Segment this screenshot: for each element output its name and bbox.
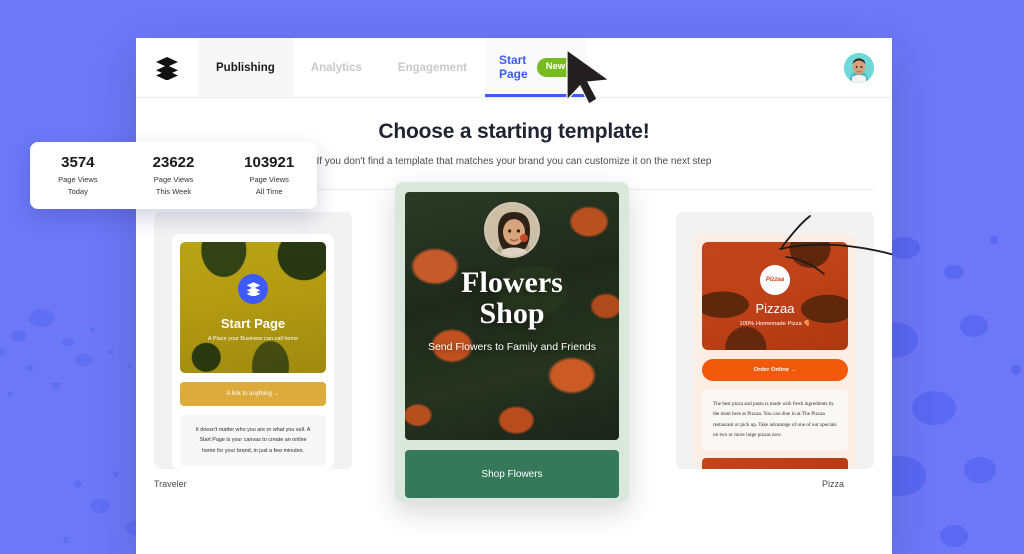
pizza-logo: Pizzaa: [760, 265, 790, 295]
nav-tabs: Publishing Analytics Engagement Start Pa…: [198, 38, 844, 97]
stat-today: 3574 Page Views Today: [30, 142, 126, 209]
template-card-flowers-featured[interactable]: Flowers Shop Send Flowers to Family and …: [395, 182, 629, 502]
stat-label-line1: Page Views: [58, 175, 98, 185]
stat-label-line1: Page Views: [249, 175, 289, 185]
tab-engagement[interactable]: Engagement: [380, 38, 485, 97]
template-preview-pizza: Pizzaa Pizzaa 100% Homemade Pizza 🍕 Orde…: [694, 234, 856, 469]
stat-label-line1: Page Views: [153, 175, 194, 185]
stat-value: 23622: [152, 154, 195, 172]
tab-start-page-line1: Start: [498, 52, 527, 67]
stat-label-line2: This Week: [155, 186, 192, 196]
stacked-layers-icon: [246, 282, 260, 296]
stat-label-line2: Today: [67, 186, 88, 196]
stat-all-time: 103921 Page Views All Time: [221, 142, 317, 209]
flowers-shop-button[interactable]: Shop Flowers: [405, 450, 619, 498]
flowers-hero-title-line1: Flowers: [461, 266, 563, 299]
traveler-hero: Start Page A Place your Business can cal…: [180, 242, 326, 373]
avatar-photo-icon: [844, 52, 874, 83]
flowers-hero-subtitle: Send Flowers to Family and Friends: [427, 341, 597, 354]
flowers-avatar: [484, 202, 540, 258]
stat-label-line2: All Time: [255, 186, 283, 196]
page-title: Choose a starting template!: [378, 120, 650, 143]
pizza-body-text: The best pizza and pasta is made with fr…: [702, 390, 848, 450]
pizza-hero-title: Pizzaa: [755, 301, 795, 316]
pizza-hero-subtitle: 100% Homemade Pizza 🍕: [739, 321, 811, 327]
caption-traveler: Traveler: [154, 479, 187, 489]
mouse-cursor-icon: [566, 48, 611, 105]
traveler-hero-logo: [238, 273, 268, 304]
tab-label: Publishing: [216, 61, 275, 74]
tab-start-page-line2: Page: [498, 66, 528, 81]
stacked-layers-logo-icon: [156, 56, 178, 80]
flowers-hero-title-line2: Shop: [479, 297, 545, 331]
woman-portrait-icon: [486, 204, 538, 256]
flowers-hero: Flowers Shop Send Flowers to Family and …: [405, 192, 619, 440]
flowers-hero-title: Flowers Shop: [461, 267, 563, 329]
traveler-hero-subtitle: A Place your Business can call home: [207, 335, 299, 342]
pizza-order-button[interactable]: Order Online →: [702, 359, 848, 381]
traveler-body-text: It doesn't matter who you are or what yo…: [180, 415, 326, 466]
pizza-image-strip: [702, 457, 848, 469]
stat-label: Page Views This Week: [154, 174, 193, 197]
stat-this-week: 23622 Page Views This Week: [126, 142, 222, 209]
template-card-traveler[interactable]: Start Page A Place your Business can cal…: [154, 212, 352, 469]
template-preview-traveler: Start Page A Place your Business can cal…: [172, 234, 334, 469]
template-card-pizza[interactable]: Pizzaa Pizzaa 100% Homemade Pizza 🍕 Orde…: [676, 212, 874, 469]
traveler-link-button[interactable]: A link to anything →: [180, 382, 326, 406]
caption-pizza: Pizza: [821, 479, 844, 489]
stat-value: 103921: [244, 154, 295, 172]
tab-publishing[interactable]: Publishing: [198, 38, 293, 97]
stat-label: Page Views All Time: [249, 174, 288, 197]
tab-start-page-label: Start Page: [498, 52, 528, 82]
app-logo[interactable]: [136, 38, 198, 97]
pizza-hero: Pizzaa Pizzaa 100% Homemade Pizza 🍕: [702, 242, 848, 350]
stat-value: 3574: [61, 154, 95, 172]
traveler-hero-title: Start Page: [220, 315, 286, 331]
pizza-logo-text: Pizzaa: [765, 277, 785, 283]
stat-label: Page Views Today: [58, 174, 97, 197]
navbar: Publishing Analytics Engagement Start Pa…: [136, 38, 892, 98]
page-views-stats-card: 3574 Page Views Today 23622 Page Views T…: [30, 142, 317, 209]
avatar[interactable]: [844, 52, 874, 83]
tab-label: Analytics: [310, 61, 362, 74]
tab-analytics[interactable]: Analytics: [293, 38, 380, 97]
tab-label: Engagement: [397, 61, 467, 74]
navbar-right: [844, 38, 892, 97]
